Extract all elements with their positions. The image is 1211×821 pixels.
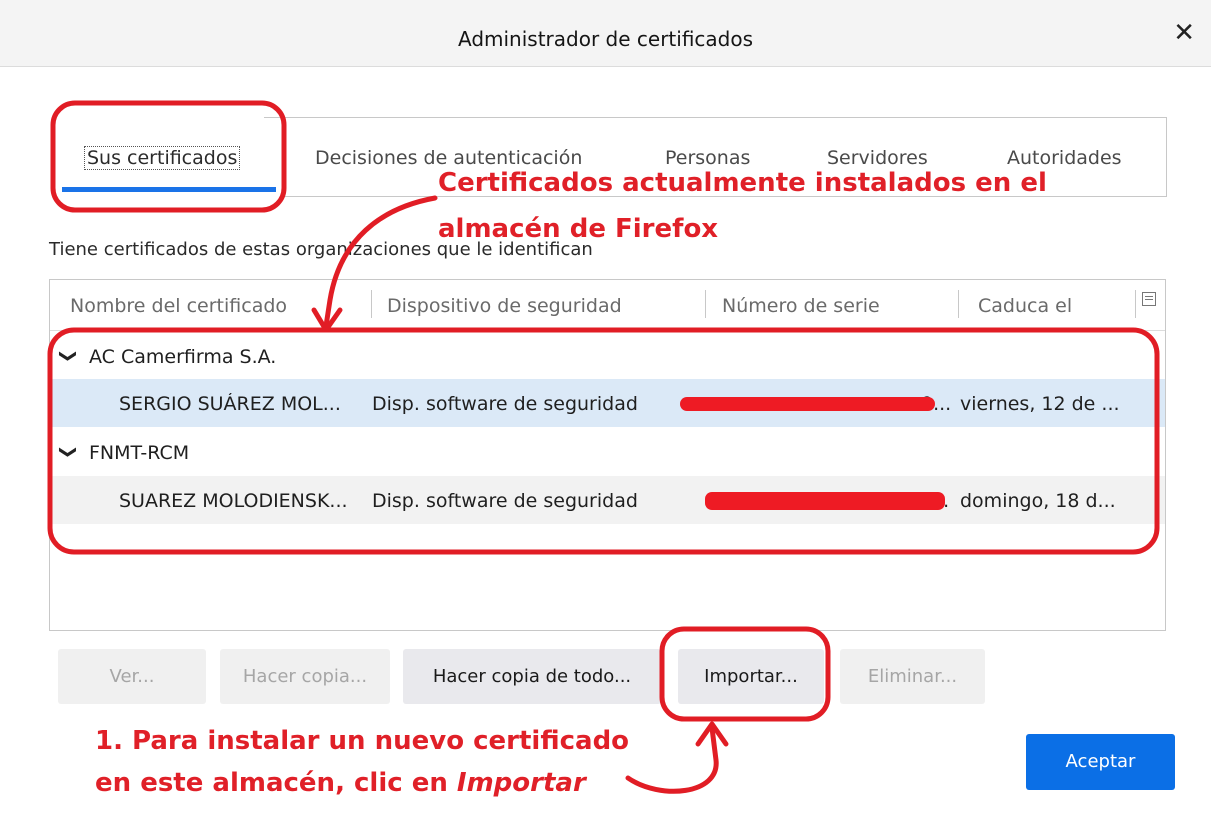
annotation-text: en este almacén, clic en Importar [95,768,586,798]
certificate-expiry: domingo, 18 d... [960,490,1116,512]
column-separator[interactable] [705,290,706,318]
column-picker-icon[interactable] [1142,292,1156,306]
backup-button[interactable]: Hacer copia... [220,649,390,704]
view-button[interactable]: Ver... [58,649,206,704]
group-label: AC Camerfirma S.A. [89,346,277,368]
column-header-name[interactable]: Nombre del certificado [70,295,287,317]
column-separator [1135,290,1136,318]
certificate-row[interactable]: SERGIO SUÁREZ MOL... Disp. software de s… [50,379,1165,427]
annotation-text: almacén de Firefox [438,214,719,244]
import-button[interactable]: Importar... [678,649,824,704]
annotation-text-part: en este almacén, clic en [95,768,448,798]
column-separator[interactable] [958,290,959,318]
column-header-device[interactable]: Dispositivo de seguridad [387,295,622,317]
tab-servers[interactable]: Servidores [827,147,928,169]
arrow-icon [695,721,729,747]
chevron-down-icon[interactable]: ❯ [58,445,78,459]
group-label: FNMT-RCM [89,442,190,464]
tree-group-row[interactable]: ❯ FNMT-RCM [50,428,1165,476]
certificate-name: SERGIO SUÁREZ MOL... [119,393,341,415]
column-header-serial[interactable]: Número de serie [722,295,880,317]
certificate-expiry: viernes, 12 de ... [960,393,1120,415]
tab-label: Sus certificados [84,146,241,170]
tab-people[interactable]: Personas [665,147,750,169]
certificate-name: SUAREZ MOLODIENSK... [119,490,348,512]
chevron-down-icon[interactable]: ❯ [58,349,78,363]
tab-authorities[interactable]: Autoridades [1007,147,1122,169]
annotation-text: Certificados actualmente instalados en e… [438,168,1047,198]
certificate-device: Disp. software de seguridad [372,490,638,512]
annotation-text: 1. Para instalar un nuevo certificado [95,726,630,756]
tab-strip-border [1166,117,1167,197]
certificate-device: Disp. software de seguridad [372,393,638,415]
tab-authentication-decisions[interactable]: Decisiones de autenticación [315,147,582,169]
redaction-mark [680,397,935,411]
column-header-expires[interactable]: Caduca el [978,295,1072,317]
column-separator[interactable] [371,290,372,318]
backup-all-button[interactable]: Hacer copia de todo... [403,649,661,704]
tree-group-row[interactable]: ❯ AC Camerfirma S.A. [50,332,1165,380]
tree-header: Nombre del certificado Dispositivo de se… [50,280,1165,331]
dialog-titlebar: Administrador de certificados ✕ [0,0,1211,67]
active-tab-indicator [62,187,276,192]
certificate-row[interactable]: SUAREZ MOLODIENSK... Disp. software de s… [50,476,1165,524]
ok-button[interactable]: Aceptar [1026,734,1175,790]
tab-strip-border [264,117,1167,118]
redaction-mark [705,492,945,510]
arrow-icon [625,725,719,794]
annotation-text-emphasis: Importar [456,768,586,798]
tab-your-certificates[interactable]: Sus certificados [84,146,241,170]
close-icon[interactable]: ✕ [1173,20,1195,46]
delete-button[interactable]: Eliminar... [840,649,985,704]
certificate-tree[interactable]: Nombre del certificado Dispositivo de se… [49,279,1166,631]
dialog-title: Administrador de certificados [457,27,754,51]
